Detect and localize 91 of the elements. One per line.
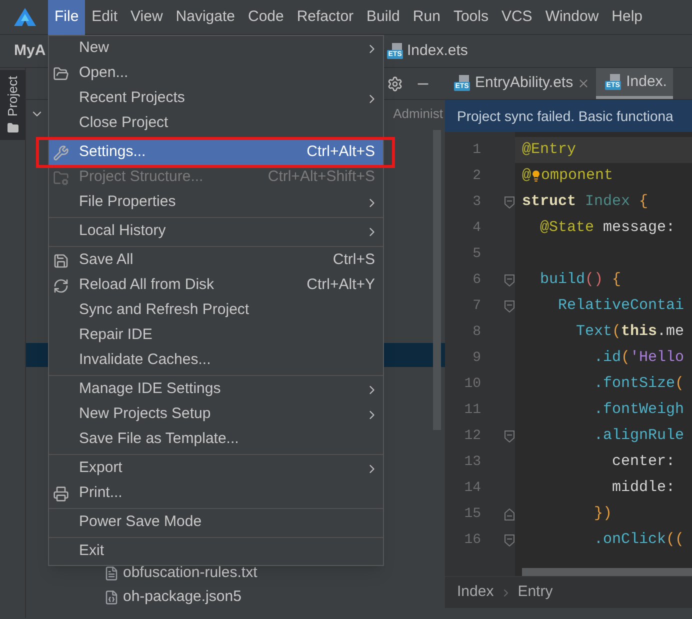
code-line: .fontSize(	[593, 374, 684, 394]
line-number: 11	[463, 400, 481, 420]
line-number: 15	[463, 504, 481, 524]
menu-item[interactable]: Open...	[49, 61, 383, 86]
json-file-icon	[104, 590, 119, 604]
menu-item[interactable]: Repair IDE	[49, 323, 383, 348]
menu-item[interactable]: Close Project	[49, 111, 383, 136]
line-number: 10	[463, 374, 481, 394]
menu-item[interactable]: New	[49, 36, 383, 61]
menu-item[interactable]: Exit	[49, 539, 383, 564]
code-line: build() {	[539, 270, 622, 290]
fold-marker-icon[interactable]	[504, 196, 515, 208]
code-line: struct Index {	[522, 192, 648, 212]
file-name[interactable]: Index.ets	[407, 40, 468, 62]
code-line: })	[593, 504, 612, 524]
folder-icon	[53, 66, 69, 82]
code-line: Text(this.me	[575, 322, 684, 342]
code-line: center:	[611, 452, 676, 472]
code-line: @Entry	[522, 140, 576, 160]
tree-row[interactable]: obfuscation-rules.txt	[26, 561, 445, 585]
lightbulb-icon[interactable]	[530, 170, 542, 182]
menu-item[interactable]: Save File as Template...	[49, 427, 383, 452]
fold-marker-icon[interactable]	[504, 300, 515, 312]
menu-bar-item[interactable]: Refactor	[290, 0, 360, 34]
line-number: 16	[463, 530, 481, 550]
breadcrumb[interactable]: Entry	[518, 581, 553, 604]
line-number: 13	[463, 452, 481, 472]
folder-icon	[6, 122, 18, 134]
menu-bar-item[interactable]: View	[124, 0, 170, 34]
menu-item[interactable]: Save All Ctrl+S	[49, 248, 383, 273]
menu-bar-item[interactable]: VCS	[494, 0, 539, 34]
code-text: @	[522, 166, 532, 186]
menu-item[interactable]: Sync and Refresh Project	[49, 298, 383, 323]
printer-icon	[53, 486, 69, 502]
line-number: 1	[472, 140, 481, 160]
tree-row[interactable]: oh-package.json5	[26, 585, 445, 609]
line-number: 12	[463, 426, 481, 446]
menu-item[interactable]: Print...	[49, 481, 383, 506]
menu-bar-item[interactable]: Code	[241, 0, 290, 34]
fold-marker-icon[interactable]	[504, 274, 515, 286]
code-line: middle:	[611, 478, 676, 498]
scrollbar[interactable]	[522, 568, 692, 576]
line-number: 5	[472, 244, 481, 264]
menu-bar-item[interactable]: Run	[406, 0, 447, 34]
menu-bar-item[interactable]: Edit	[85, 0, 124, 34]
menu-item[interactable]: File Properties	[49, 190, 383, 215]
code-line: .alignRule	[593, 426, 684, 446]
menu-bar-item[interactable]: Navigate	[169, 0, 242, 34]
line-number: 8	[472, 322, 481, 342]
refresh-icon	[53, 278, 69, 294]
wrench-icon	[53, 144, 69, 160]
menu-item[interactable]: Invalidate Caches...	[49, 348, 383, 373]
line-number: 6	[472, 270, 481, 290]
breadcrumb[interactable]: Index	[457, 581, 494, 604]
code-line: RelativeContai	[557, 296, 684, 316]
line-number: 2	[472, 166, 481, 186]
tool-window-button[interactable]: Project	[0, 70, 25, 140]
menu-item[interactable]: New Projects Setup	[49, 402, 383, 427]
settings-icon[interactable]	[387, 76, 403, 92]
line-number: 14	[463, 478, 481, 498]
scrollbar[interactable]	[433, 130, 441, 430]
menu-item[interactable]: Power Save Mode	[49, 510, 383, 535]
notification-banner: Project sync failed. Basic functiona	[445, 100, 692, 132]
menu-bar-item[interactable]: File	[48, 0, 86, 34]
fold-marker-icon[interactable]	[504, 430, 515, 442]
menu-item[interactable]: Export	[49, 456, 383, 481]
menu-item[interactable]: Recent Projects	[49, 86, 383, 111]
code-line: .id('Hello	[593, 348, 684, 368]
line-number: 9	[472, 348, 481, 368]
menu-item[interactable]: Local History	[49, 219, 383, 244]
project-path: Administ	[393, 105, 443, 124]
menu-item[interactable]: Settings... Ctrl+Alt+S	[49, 140, 383, 165]
line-number: 4	[472, 218, 481, 238]
line-number: 3	[472, 192, 481, 212]
menu-item[interactable]: Manage IDE Settings	[49, 377, 383, 402]
code-line: .onClick((	[593, 530, 684, 550]
menu-bar-item[interactable]: Tools	[446, 0, 495, 34]
menu-bar-item[interactable]: Window	[538, 0, 606, 34]
code-text: omponent	[541, 166, 614, 186]
code-line: @State message:	[539, 218, 676, 238]
text-file-icon	[104, 566, 119, 580]
line-number: 7	[472, 296, 481, 316]
code-line: .fontWeigh	[593, 400, 684, 420]
menu-bar-item[interactable]: Help	[605, 0, 650, 34]
close-icon[interactable]	[577, 77, 590, 90]
fold-marker-icon[interactable]	[504, 508, 515, 520]
menu-bar-item[interactable]: Build	[360, 0, 406, 34]
menu-item[interactable]: Reload All from Disk Ctrl+Alt+Y	[49, 273, 383, 298]
fold-marker-icon[interactable]	[504, 534, 515, 546]
folder-icon	[53, 170, 69, 186]
app-logo-icon[interactable]	[14, 8, 36, 26]
